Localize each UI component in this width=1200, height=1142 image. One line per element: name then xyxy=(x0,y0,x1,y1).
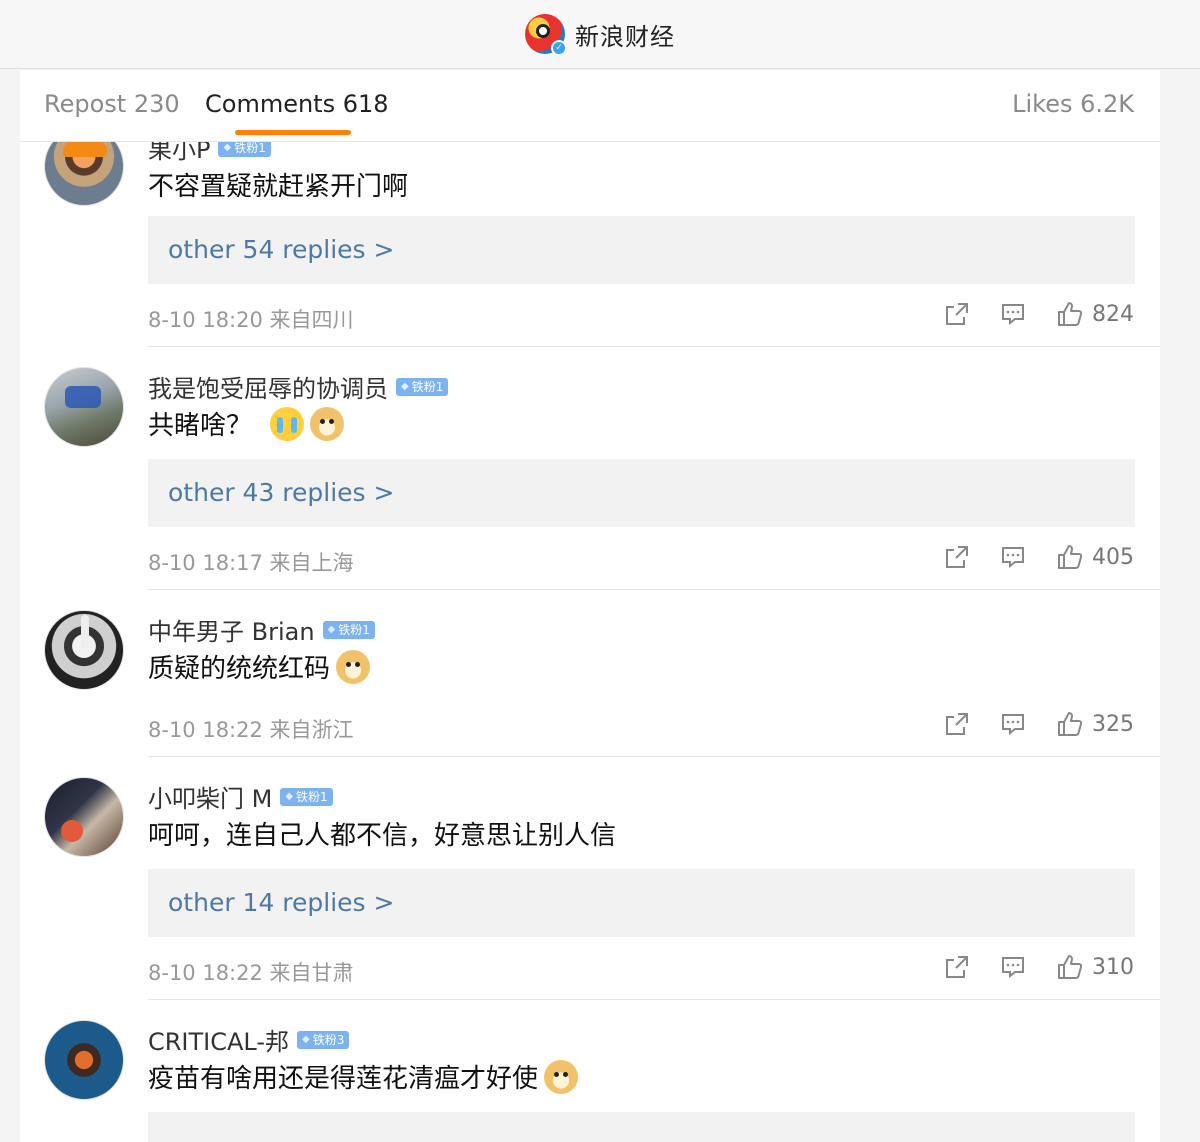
share-button[interactable] xyxy=(944,544,970,570)
active-tab-indicator xyxy=(235,130,351,135)
comment-meta: 8-10 18:20 来自四川 xyxy=(148,308,354,332)
diamond-icon: ◆ xyxy=(401,380,409,392)
account-name[interactable]: 新浪财经 xyxy=(575,17,675,52)
doge-emoji-icon xyxy=(544,1059,579,1094)
comment-actions: 310 xyxy=(914,953,1134,981)
like-button[interactable]: 325 xyxy=(1056,710,1134,738)
thumb-up-icon xyxy=(1058,712,1083,736)
comment-icon xyxy=(1002,547,1024,569)
tab-repost[interactable]: Repost 230 xyxy=(44,90,180,118)
comment-text-content: 质疑的统统红码 xyxy=(148,654,331,684)
comment-meta: 8-10 18:22 来自浙江 xyxy=(148,718,354,742)
avatar[interactable] xyxy=(44,777,124,857)
top-header: ✓ 新浪财经 xyxy=(0,0,1200,69)
share-button[interactable] xyxy=(944,711,970,737)
fan-badge: ◆ 铁粉1 xyxy=(280,787,333,806)
comment-actions: 824 xyxy=(914,300,1134,328)
username-text[interactable]: 中年男子 Brian xyxy=(148,612,315,647)
comment-item: 我是饱受屈辱的协调员 ◆ 铁粉1 共睹啥？ other 43 replies > … xyxy=(20,347,1160,590)
share-icon xyxy=(946,956,968,978)
badge-label: 铁粉1 xyxy=(338,622,370,637)
comment-icon xyxy=(1002,304,1024,326)
tab-likes[interactable]: Likes 6.2K xyxy=(1012,90,1134,118)
avatar[interactable] xyxy=(44,367,124,447)
share-icon xyxy=(946,303,968,325)
comment-item: CRITICAL-邦 ◆ 铁粉3 疫苗有啥用还是得莲花清瘟才好使 xyxy=(20,1000,1160,1142)
account-brand[interactable]: ✓ 新浪财经 xyxy=(525,14,675,56)
comment-text-content: 疫苗有啥用还是得莲花清瘟才好使 xyxy=(148,1064,539,1094)
comment-item: 小叩柴门 M ◆ 铁粉1 呵呵，连自己人都不信，好意思让别人信 other 14 … xyxy=(20,757,1160,1000)
share-icon xyxy=(946,546,968,568)
comment-text: 疫苗有啥用还是得莲花清瘟才好使 xyxy=(148,1058,579,1095)
comment-meta: 8-10 18:17 来自上海 xyxy=(148,551,354,575)
share-icon xyxy=(946,713,968,735)
diamond-icon: ◆ xyxy=(327,623,336,635)
comment-button[interactable] xyxy=(1000,954,1026,980)
comment-button[interactable] xyxy=(1000,711,1026,737)
comment-username[interactable]: 我是饱受屈辱的协调员 ◆ 铁粉1 xyxy=(148,369,449,404)
share-button[interactable] xyxy=(944,301,970,327)
username-text[interactable]: 我是饱受屈辱的协调员 xyxy=(148,369,388,404)
thumb-up-icon xyxy=(1058,955,1083,979)
thumb-up-icon xyxy=(1058,302,1083,326)
like-button[interactable]: 310 xyxy=(1056,953,1134,981)
verified-icon: ✓ xyxy=(551,40,567,56)
badge-label: 铁粉1 xyxy=(296,789,328,804)
comment-item: 中年男子 Brian ◆ 铁粉1 质疑的统统红码 8-10 18:22 来自浙江 … xyxy=(20,590,1160,757)
tab-bar: Repost 230 Comments 618 Likes 6.2K xyxy=(20,70,1160,142)
fan-badge: ◆ 铁粉3 xyxy=(297,1030,350,1049)
crying-emoji-icon xyxy=(270,406,305,441)
comments-card: 果小P ◆ 铁粉1 不容置疑就赶紧开门啊 other 54 replies > 8… xyxy=(20,70,1160,1142)
comment-text: 不容置疑就赶紧开门啊 xyxy=(148,166,408,203)
more-replies-link[interactable]: other 43 replies > xyxy=(148,459,1135,527)
comment-username[interactable]: CRITICAL-邦 ◆ 铁粉3 xyxy=(148,1022,350,1057)
comment-username[interactable]: 中年男子 Brian ◆ 铁粉1 xyxy=(148,612,375,647)
like-count: 325 xyxy=(1092,711,1134,737)
comment-text: 共睹啥？ xyxy=(148,405,345,442)
comment-button[interactable] xyxy=(1000,301,1026,327)
like-count: 824 xyxy=(1092,301,1134,327)
like-button[interactable]: 824 xyxy=(1056,300,1134,328)
more-replies-link[interactable]: other 54 replies > xyxy=(148,216,1135,284)
comment-actions: 405 xyxy=(914,543,1134,571)
tab-comments[interactable]: Comments 618 xyxy=(205,90,389,118)
username-text[interactable]: CRITICAL-邦 xyxy=(148,1022,289,1057)
avatar[interactable] xyxy=(44,1020,124,1100)
comment-icon xyxy=(1002,957,1024,979)
share-button[interactable] xyxy=(944,954,970,980)
comment-text-content: 共睹啥？ xyxy=(148,411,253,441)
fan-badge: ◆ 铁粉1 xyxy=(322,620,375,639)
comment-actions: 325 xyxy=(914,710,1134,738)
like-button[interactable]: 405 xyxy=(1056,543,1134,571)
comment-username[interactable]: 小叩柴门 M ◆ 铁粉1 xyxy=(148,779,333,814)
comment-icon xyxy=(1002,714,1024,736)
badge-label: 铁粉1 xyxy=(411,379,444,394)
comment-text-content: 呵呵，连自己人都不信，好意思让别人信 xyxy=(148,821,617,851)
doge-emoji-icon xyxy=(310,406,345,441)
comment-text-content: 不容置疑就赶紧开门啊 xyxy=(148,172,409,202)
username-text[interactable]: 小叩柴门 M xyxy=(148,779,272,814)
avatar[interactable] xyxy=(44,610,124,690)
comment-button[interactable] xyxy=(1000,544,1026,570)
comment-meta: 8-10 18:22 来自甘肃 xyxy=(148,961,354,985)
comment-text: 质疑的统统红码 xyxy=(148,648,371,685)
more-replies-link[interactable] xyxy=(148,1112,1135,1142)
like-count: 310 xyxy=(1092,954,1134,980)
diamond-icon: ◆ xyxy=(302,1033,310,1045)
badge-label: 铁粉3 xyxy=(312,1032,345,1047)
fan-badge: ◆ 铁粉1 xyxy=(396,377,449,396)
doge-emoji-icon xyxy=(336,649,371,684)
more-replies-link[interactable]: other 14 replies > xyxy=(148,869,1135,937)
comment-text: 呵呵，连自己人都不信，好意思让别人信 xyxy=(148,815,616,852)
like-count: 405 xyxy=(1092,544,1134,570)
thumb-up-icon xyxy=(1058,545,1083,569)
diamond-icon: ◆ xyxy=(285,790,294,802)
sina-logo-icon[interactable]: ✓ xyxy=(525,14,567,56)
